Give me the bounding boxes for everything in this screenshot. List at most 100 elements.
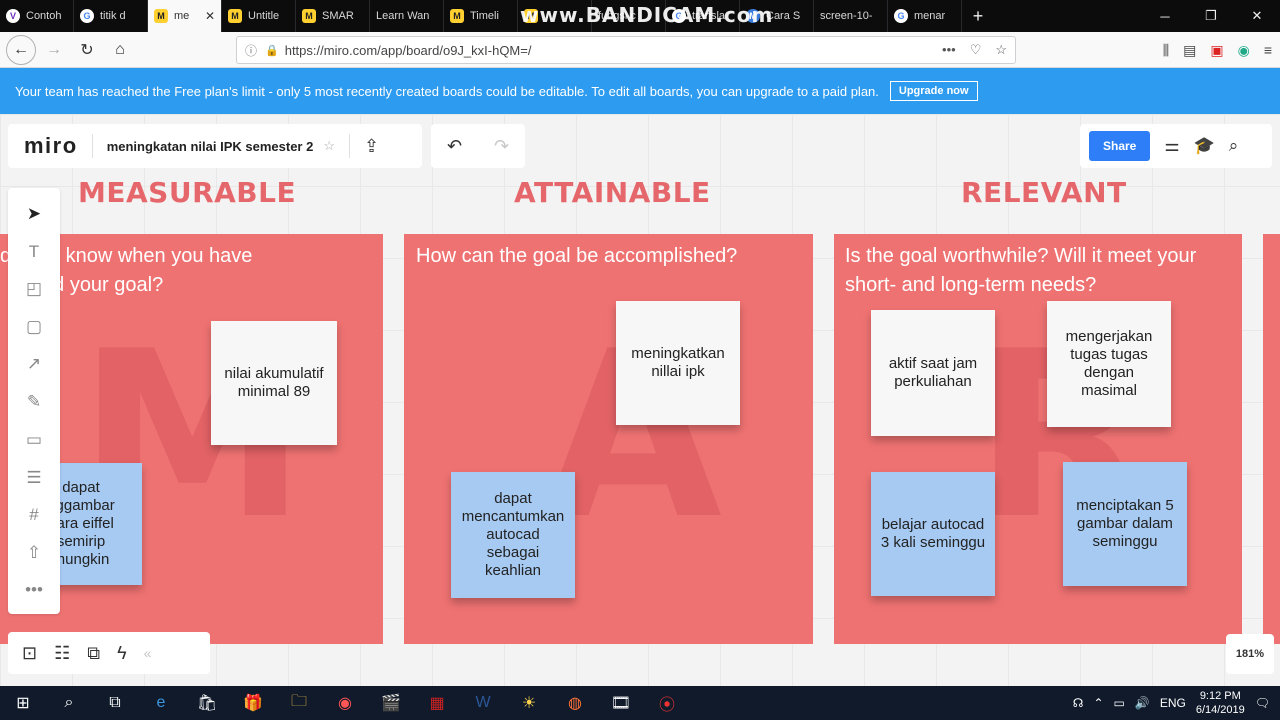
- volume-icon[interactable]: 🔊: [1135, 696, 1150, 710]
- sticky-note[interactable]: dapat mencantumkan autocad sebagai keahl…: [451, 472, 575, 598]
- minimize-icon[interactable]: ─: [1142, 0, 1188, 32]
- sticky-note-icon[interactable]: ◰: [22, 277, 46, 301]
- recording-watermark: www.BANDICAM.com: [520, 3, 774, 27]
- more-icon[interactable]: •••: [942, 42, 956, 58]
- task-view-icon[interactable]: ⧉: [92, 686, 138, 720]
- miro-icon: M: [302, 9, 316, 23]
- shape-icon[interactable]: ▢: [22, 315, 46, 339]
- banner-text: Your team has reached the Free plan's li…: [15, 83, 879, 99]
- sticky-note[interactable]: menciptakan 5 gambar dalam seminggu: [1063, 462, 1187, 586]
- search-icon[interactable]: ⌕: [46, 686, 92, 720]
- tips-icon[interactable]: ☀: [506, 686, 552, 720]
- firefox-icon[interactable]: ◍: [552, 686, 598, 720]
- people-icon[interactable]: ☊: [1073, 696, 1084, 710]
- sticky-note[interactable]: belajar autocad 3 kali seminggu: [871, 472, 995, 596]
- tab-miro-active[interactable]: Mme ✕: [148, 0, 222, 32]
- undo-icon[interactable]: ↶: [447, 136, 462, 157]
- media-icon[interactable]: 🎬: [368, 686, 414, 720]
- search-icon[interactable]: ⌕: [1229, 136, 1239, 156]
- miro-logo[interactable]: miro: [24, 133, 78, 159]
- redo-icon[interactable]: ↷: [494, 136, 509, 157]
- app-icon[interactable]: ◉: [322, 686, 368, 720]
- maximize-icon[interactable]: ❐: [1188, 0, 1234, 32]
- more-tools-icon[interactable]: •••: [22, 578, 46, 602]
- tab-smart[interactable]: M SMAR: [296, 0, 370, 32]
- folder-icon[interactable]: 🗀: [276, 686, 322, 720]
- select-cursor-icon[interactable]: ➤: [22, 202, 46, 226]
- column-title-attainable: ATTAINABLE: [514, 176, 711, 209]
- edge-icon[interactable]: e: [138, 686, 184, 720]
- upload-icon[interactable]: ⇧: [22, 541, 46, 565]
- miro-icon: M: [228, 9, 242, 23]
- tab-menar[interactable]: Gmenar: [888, 0, 962, 32]
- tab-timeline[interactable]: M Timeli: [444, 0, 518, 32]
- board-title[interactable]: meningkatan nilai IPK semester 2: [107, 139, 314, 154]
- windows-start-icon[interactable]: ⊞: [0, 686, 46, 720]
- url-bar[interactable]: ⓘ 🔒 https://miro.com/app/board/o9J_kxI-h…: [236, 36, 1016, 64]
- star-icon[interactable]: ☆: [323, 138, 335, 154]
- new-tab-button[interactable]: +: [962, 0, 994, 32]
- sticky-note[interactable]: nilai akumulatif minimal 89: [211, 321, 337, 445]
- connection-line-icon[interactable]: ↗: [22, 352, 46, 376]
- gift-icon[interactable]: 🎁: [230, 686, 276, 720]
- extension-icon[interactable]: ◉: [1238, 42, 1250, 59]
- sidebar-icon[interactable]: ▤: [1183, 42, 1196, 59]
- templates-icon[interactable]: ☰: [22, 466, 46, 490]
- tab-screen[interactable]: screen-10-: [814, 0, 888, 32]
- presentation-icon[interactable]: ⊡: [22, 643, 37, 664]
- left-toolbar: ➤ T ◰ ▢ ↗ ✎ ▭ ☰ # ⇧ •••: [8, 188, 60, 614]
- close-window-icon[interactable]: ✕: [1234, 0, 1280, 32]
- menu-icon[interactable]: ≡: [1264, 42, 1272, 58]
- miro-board-header: miro meningkatan nilai IPK semester 2 ☆ …: [8, 124, 422, 168]
- settings-sliders-icon[interactable]: ⚌: [1164, 136, 1179, 156]
- forward-icon[interactable]: →: [39, 35, 69, 65]
- tab-titik[interactable]: Gtitik d: [74, 0, 148, 32]
- library-icon[interactable]: ⫼: [1163, 42, 1169, 59]
- windows-taskbar: ⊞ ⌕ ⧉ e 🛍 🎁 🗀 ◉ 🎬 ▦ W ☀ ◍ 🎞 ⦿ ☊ ⌃ ▭ 🔊 EN…: [0, 686, 1280, 720]
- url-text: https://miro.com/app/board/o9J_kxI-hQM=/: [284, 42, 532, 58]
- tab-untitled[interactable]: M Untitle: [222, 0, 296, 32]
- record-icon[interactable]: ⦿: [644, 686, 690, 720]
- clock[interactable]: 9:12 PM 6/14/2019: [1196, 689, 1245, 717]
- mendeley-icon[interactable]: ▦: [414, 686, 460, 720]
- share-button[interactable]: Share: [1089, 131, 1151, 161]
- undo-redo-group: ↶ ↷: [431, 124, 525, 168]
- info-icon[interactable]: ⓘ: [245, 42, 257, 59]
- bottom-toolbar: ⊡ ☷ ⧉ ϟ «: [8, 632, 210, 674]
- pen-icon[interactable]: ✎: [22, 390, 46, 414]
- close-icon[interactable]: ✕: [205, 9, 215, 23]
- upgrade-button[interactable]: Upgrade now: [889, 81, 978, 101]
- collapse-icon[interactable]: «: [144, 645, 152, 661]
- frame-icon[interactable]: #: [22, 503, 46, 527]
- notification-icon[interactable]: 🗨: [1255, 696, 1270, 710]
- miro-icon: M: [450, 9, 464, 23]
- back-icon[interactable]: ←: [6, 34, 36, 65]
- reload-icon[interactable]: ↻: [72, 35, 102, 65]
- bookmark-star-icon[interactable]: ☆: [995, 42, 1007, 58]
- screen-share-icon[interactable]: ⧉: [87, 643, 100, 664]
- clapper-icon[interactable]: 🎞: [598, 686, 644, 720]
- comment-icon[interactable]: ▭: [22, 428, 46, 452]
- activity-icon[interactable]: ϟ: [117, 643, 127, 664]
- store-icon[interactable]: 🛍: [184, 686, 230, 720]
- system-tray: ☊ ⌃ ▭ 🔊 ENG 9:12 PM 6/14/2019 🗨: [1073, 689, 1280, 717]
- battery-icon[interactable]: ▭: [1114, 696, 1125, 710]
- tab-learn[interactable]: Learn Wan: [370, 0, 444, 32]
- sticky-note[interactable]: meningkatkan nillai ipk: [616, 301, 740, 425]
- learning-center-icon[interactable]: 🎓: [1194, 136, 1215, 156]
- zoom-level[interactable]: 181%: [1226, 634, 1274, 674]
- language-indicator[interactable]: ENG: [1160, 696, 1186, 710]
- chevron-up-icon[interactable]: ⌃: [1093, 696, 1103, 710]
- word-icon[interactable]: W: [460, 686, 506, 720]
- board-canvas[interactable]: MEASURABLE ATTAINABLE RELEVANT M d I you…: [0, 114, 1280, 686]
- text-icon[interactable]: T: [22, 240, 46, 264]
- sticky-note[interactable]: mengerjakan tugas tugas dengan masimal: [1047, 301, 1171, 427]
- export-icon[interactable]: ⇪: [364, 136, 379, 157]
- home-icon[interactable]: ⌂: [105, 35, 135, 65]
- pocket-icon[interactable]: ♡: [970, 42, 982, 58]
- frames-list-icon[interactable]: ☷: [54, 643, 70, 664]
- next-panel[interactable]: [1263, 234, 1280, 644]
- pocket-save-icon[interactable]: ▣: [1210, 42, 1223, 59]
- sticky-note[interactable]: aktif saat jam perkuliahan: [871, 310, 995, 436]
- tab-contoh[interactable]: V Contoh: [0, 0, 74, 32]
